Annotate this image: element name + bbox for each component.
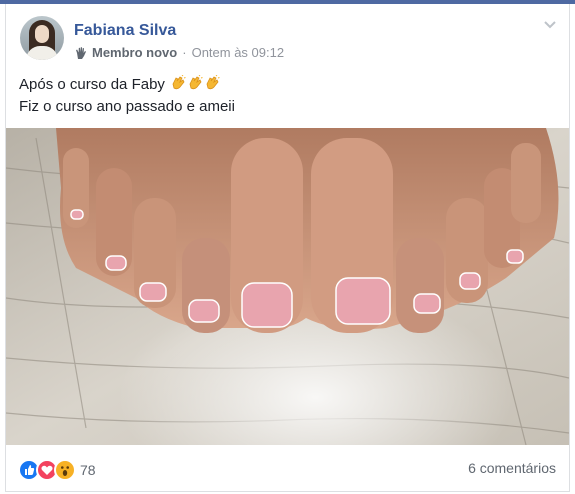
- reaction-count: 78: [80, 462, 96, 478]
- wow-reaction-icon: [54, 459, 76, 481]
- post-card: Fabiana Silva Membro novo · Ontem às 09:…: [5, 4, 570, 492]
- post-text-line1: Após o curso da Faby: [19, 76, 165, 93]
- post-meta: Membro novo · Ontem às 09:12: [74, 44, 284, 61]
- author-name[interactable]: Fabiana Silva: [74, 21, 176, 41]
- post-timestamp[interactable]: Ontem às 09:12: [192, 44, 285, 61]
- reactions-summary[interactable]: 78: [18, 459, 96, 481]
- new-member-icon: [74, 46, 88, 60]
- comments-count-link[interactable]: 6 comentários: [468, 460, 556, 476]
- post-photo[interactable]: [6, 128, 569, 445]
- author-avatar[interactable]: [20, 16, 64, 60]
- post-text-line2: Fiz o curso ano passado e ameii: [19, 98, 235, 115]
- clapping-hands-icon: [187, 74, 203, 91]
- member-badge: Membro novo: [92, 45, 178, 60]
- post-options-chevron-icon[interactable]: [543, 18, 557, 30]
- clapping-hands-icon: [170, 74, 186, 91]
- meta-separator: ·: [182, 45, 187, 60]
- clapping-hands-icon: [204, 74, 220, 91]
- post-body: Após o curso da Faby Fiz o curso ano pas…: [19, 74, 235, 118]
